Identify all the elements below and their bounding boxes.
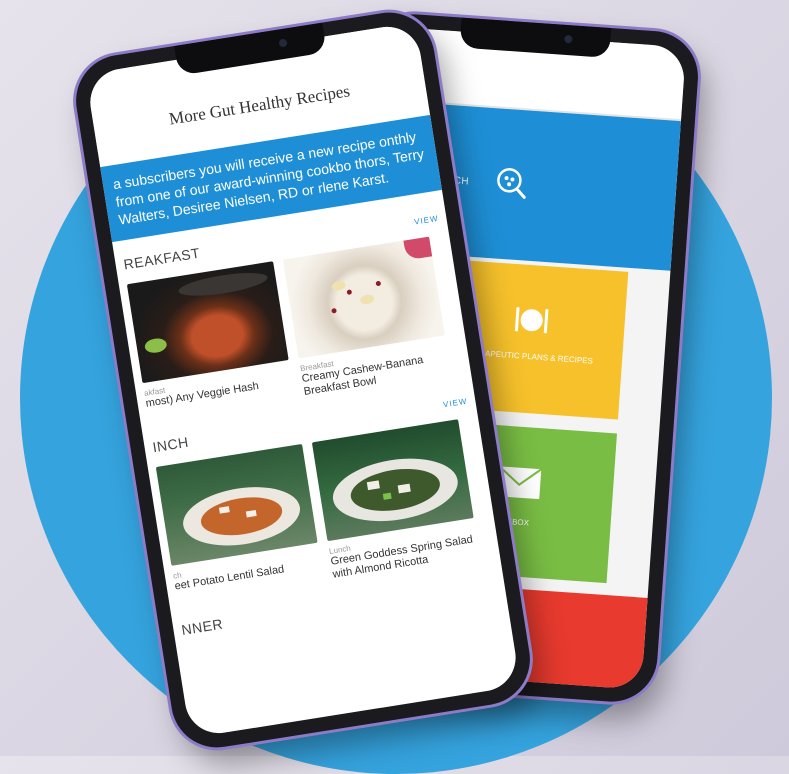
- recipe-card[interactable]: akfast most) Any Veggie Hash: [126, 261, 295, 423]
- view-all-link[interactable]: VIEW: [414, 214, 440, 227]
- recipe-image: [155, 443, 318, 566]
- recipe-image: [126, 261, 289, 384]
- recipe-image: [282, 236, 445, 359]
- section-title: REAKFAST: [122, 244, 202, 273]
- view-all-link[interactable]: VIEW: [442, 397, 468, 410]
- magnifier-icon: [497, 168, 526, 199]
- recipe-card[interactable]: Lunch Green Goddess Spring Salad with Al…: [311, 419, 480, 581]
- section-title: NNER: [180, 615, 225, 638]
- recipe-card[interactable]: ch eet Potato Lentil Salad: [155, 443, 324, 606]
- recipe-card[interactable]: Breakfast Creamy Cashew-Banana Breakfast…: [282, 236, 451, 399]
- plate-cutlery-icon: [514, 307, 549, 334]
- lunch-section: INCH VIEW ch eet Potato Lentil Salad Lun…: [144, 388, 500, 607]
- section-title: INCH: [151, 433, 190, 456]
- breakfast-section: REAKFAST VIEW akfast most) Any Veggie Ha…: [115, 206, 471, 425]
- recipe-image: [311, 419, 474, 542]
